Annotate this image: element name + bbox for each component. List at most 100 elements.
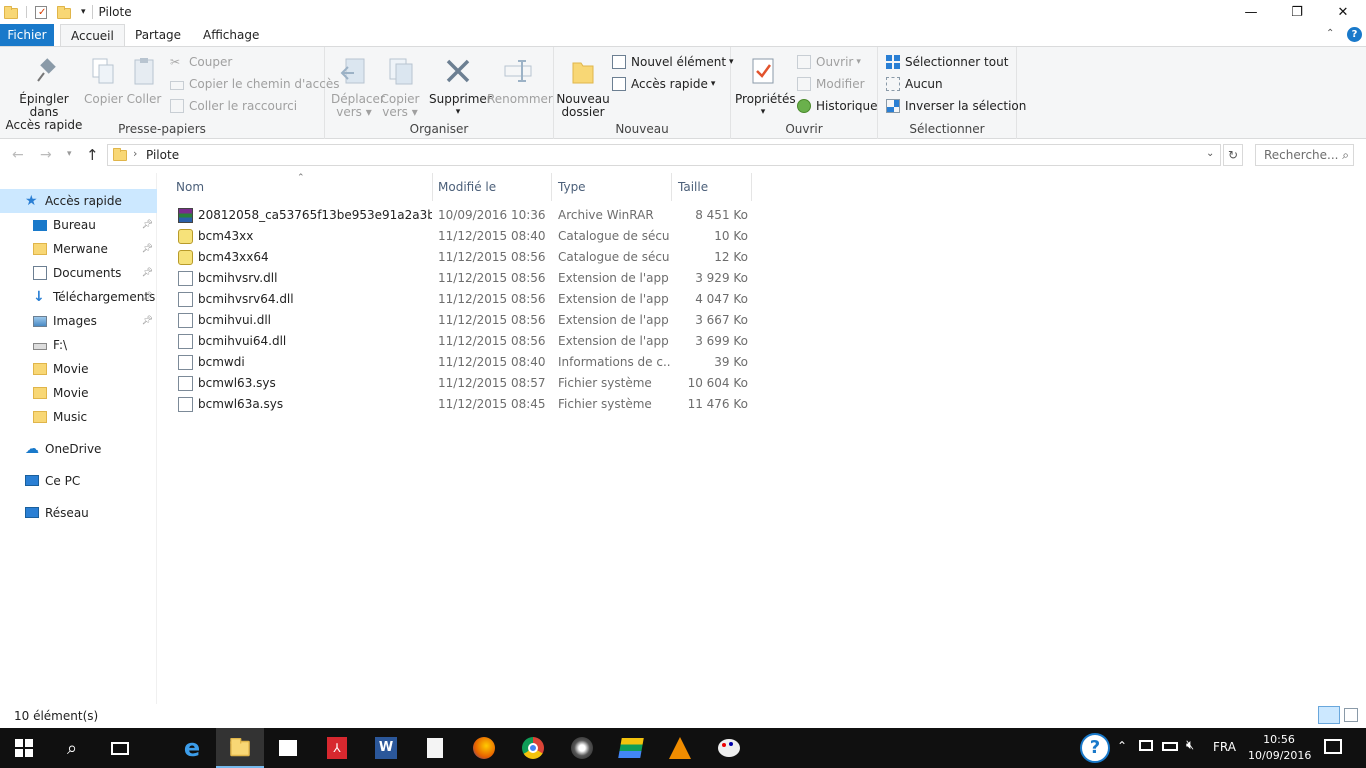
copy-path-button[interactable]: Copier le chemin d'accès <box>170 74 339 94</box>
paint-icon[interactable] <box>705 728 753 768</box>
select-none-button[interactable]: Aucun <box>886 74 943 94</box>
tab-partage[interactable]: Partage <box>125 24 191 46</box>
copy-button[interactable]: Copier <box>84 53 123 106</box>
recent-locations-icon[interactable]: ▾ <box>67 149 72 159</box>
paste-icon <box>128 55 160 87</box>
table-row[interactable]: 20812058_ca53765f13be953e91a2a3b262d... 1… <box>174 205 758 226</box>
column-header-modified[interactable]: Modifié le <box>432 173 552 201</box>
tab-accueil[interactable]: Accueil <box>60 24 125 47</box>
column-header-size[interactable]: Taille <box>672 173 752 201</box>
table-row[interactable]: bcm43xx 11/12/2015 08:40 Catalogue de sécu… <box>174 226 758 247</box>
show-hidden-icons-icon[interactable]: ⌃ <box>1117 739 1127 753</box>
bluestacks-icon[interactable] <box>607 728 655 768</box>
details-view-icon[interactable] <box>1318 706 1340 724</box>
cut-button[interactable]: ✂ Couper <box>170 52 232 72</box>
nav-item[interactable]: ★ Accès rapide <box>0 189 157 213</box>
nav-item[interactable]: Images 📌︎ <box>0 309 157 333</box>
table-row[interactable]: bcmihvui64.dll 11/12/2015 08:56 Extension … <box>174 331 758 352</box>
battery-tray-icon[interactable] <box>1162 742 1178 751</box>
search-input[interactable]: Recherche... ⌕ <box>1255 144 1354 166</box>
help-icon[interactable]: ? <box>1347 27 1362 42</box>
back-arrow-icon[interactable]: ← <box>12 147 24 163</box>
nav-item[interactable]: ↓ Téléchargements 📌︎ <box>0 285 157 309</box>
tab-fichier[interactable]: Fichier <box>0 24 54 46</box>
table-row[interactable]: bcmwdi 11/12/2015 08:40 Informations de c.… <box>174 352 758 373</box>
pin-quick-access-button[interactable]: Épingler dans Accès rapide <box>4 53 84 132</box>
volume-muted-icon[interactable]: 🔇︎ <box>1186 738 1194 753</box>
nav-item[interactable]: Merwane 📌︎ <box>0 237 157 261</box>
properties-check-icon[interactable]: ✓ <box>35 5 47 19</box>
task-view-icon[interactable] <box>96 728 144 768</box>
action-center-icon[interactable] <box>1324 739 1342 754</box>
nav-item-label: Accès rapide <box>45 194 122 208</box>
start-button[interactable] <box>0 728 48 768</box>
move-to-button[interactable]: Déplacer vers ▾ <box>331 53 385 119</box>
network-tray-icon[interactable] <box>1139 740 1153 751</box>
table-row[interactable]: bcmihvsrv.dll 11/12/2015 08:56 Extension d… <box>174 268 758 289</box>
word-icon[interactable]: W <box>362 728 410 768</box>
table-row[interactable]: bcm43xx64 11/12/2015 08:56 Catalogue de sé… <box>174 247 758 268</box>
rename-button[interactable]: Renommer <box>487 53 553 106</box>
up-arrow-icon[interactable]: ↑ <box>86 146 99 164</box>
file-modified: 11/12/2015 08:56 <box>438 334 546 348</box>
breadcrumb-pilote[interactable]: Pilote <box>146 148 179 162</box>
new-folder-button[interactable]: Nouveau dossier <box>556 53 610 119</box>
close-button[interactable]: ✕ <box>1320 0 1366 24</box>
easy-access-button[interactable]: Accès rapide ▾ <box>612 74 715 94</box>
table-row[interactable]: bcmwl63.sys 11/12/2015 08:57 Fichier systè… <box>174 373 758 394</box>
open-button[interactable]: Ouvrir ▾ <box>797 52 861 72</box>
nav-item[interactable]: Music <box>0 405 157 429</box>
address-dropdown-icon[interactable]: ⌄ <box>1206 148 1214 159</box>
properties-button[interactable]: Propriétés ▾ <box>735 53 796 119</box>
new-folder-icon[interactable] <box>57 5 71 19</box>
edit-button[interactable]: Modifier <box>797 74 865 94</box>
column-header-name[interactable]: Nom <box>170 173 433 201</box>
refresh-icon[interactable]: ↻ <box>1223 144 1243 166</box>
new-item-button[interactable]: Nouvel élément ▾ <box>612 52 734 72</box>
restore-button[interactable]: ❐ <box>1274 0 1320 24</box>
column-header-type[interactable]: Type <box>552 173 672 201</box>
easy-access-icon <box>612 77 626 91</box>
nav-item[interactable]: Réseau <box>0 501 157 525</box>
nav-item[interactable]: Ce PC <box>0 469 157 493</box>
minimize-button[interactable]: — <box>1228 0 1274 24</box>
invert-selection-button[interactable]: Inverser la sélection <box>886 96 1026 116</box>
nav-item[interactable]: Bureau 📌︎ <box>0 213 157 237</box>
forward-arrow-icon[interactable]: → <box>40 147 52 163</box>
nav-item[interactable]: Movie <box>0 357 157 381</box>
table-row[interactable]: bcmwl63a.sys 11/12/2015 08:45 Fichier syst… <box>174 394 758 415</box>
collapse-ribbon-icon[interactable]: ⌃ <box>1326 28 1334 39</box>
address-bar[interactable]: › Pilote ⌄ <box>107 144 1221 166</box>
delete-button[interactable]: Supprimer ▾ <box>429 53 492 119</box>
vlc-icon[interactable] <box>656 728 704 768</box>
table-row[interactable]: bcmihvsrv64.dll 11/12/2015 08:56 Extension… <box>174 289 758 310</box>
large-icons-view-icon[interactable] <box>1344 708 1358 722</box>
language-indicator[interactable]: FRA <box>1213 740 1236 754</box>
tab-affichage[interactable]: Affichage <box>193 24 269 46</box>
copy-to-button[interactable]: Copier vers ▾ <box>379 53 421 119</box>
new-group: Nouveau dossier Nouvel élément ▾ Accès ra… <box>554 47 734 139</box>
edge-icon[interactable]: e <box>168 728 216 768</box>
search-taskbar-icon[interactable]: ⌕ <box>48 728 96 768</box>
nav-item[interactable]: Movie <box>0 381 157 405</box>
table-row[interactable]: bcmihvui.dll 11/12/2015 08:56 Extension de… <box>174 310 758 331</box>
file-explorer-icon[interactable] <box>216 728 264 768</box>
select-all-button[interactable]: Sélectionner tout <box>886 52 1008 72</box>
notepad-icon[interactable] <box>411 728 459 768</box>
nav-item[interactable]: F:\ <box>0 333 157 357</box>
file-type: Extension de l'app... <box>558 271 670 285</box>
images-icon <box>33 316 47 327</box>
paste-shortcut-button[interactable]: Coller le raccourci <box>170 96 297 116</box>
acrobat-icon[interactable]: ⅄ <box>313 728 361 768</box>
customize-qat-icon[interactable]: ▾ <box>81 7 86 17</box>
store-icon[interactable] <box>264 728 312 768</box>
paste-button[interactable]: Coller <box>125 53 163 106</box>
nav-item[interactable]: ☁ OneDrive <box>0 437 157 461</box>
camera-app-icon[interactable] <box>558 728 606 768</box>
firefox-icon[interactable] <box>460 728 508 768</box>
nav-item[interactable]: Documents 📌︎ <box>0 261 157 285</box>
clock[interactable]: 10:56 10/09/2016 <box>1248 732 1311 764</box>
chrome-icon[interactable] <box>509 728 557 768</box>
history-button[interactable]: Historique <box>797 96 878 116</box>
help-taskbar-icon[interactable]: ? <box>1080 733 1110 763</box>
